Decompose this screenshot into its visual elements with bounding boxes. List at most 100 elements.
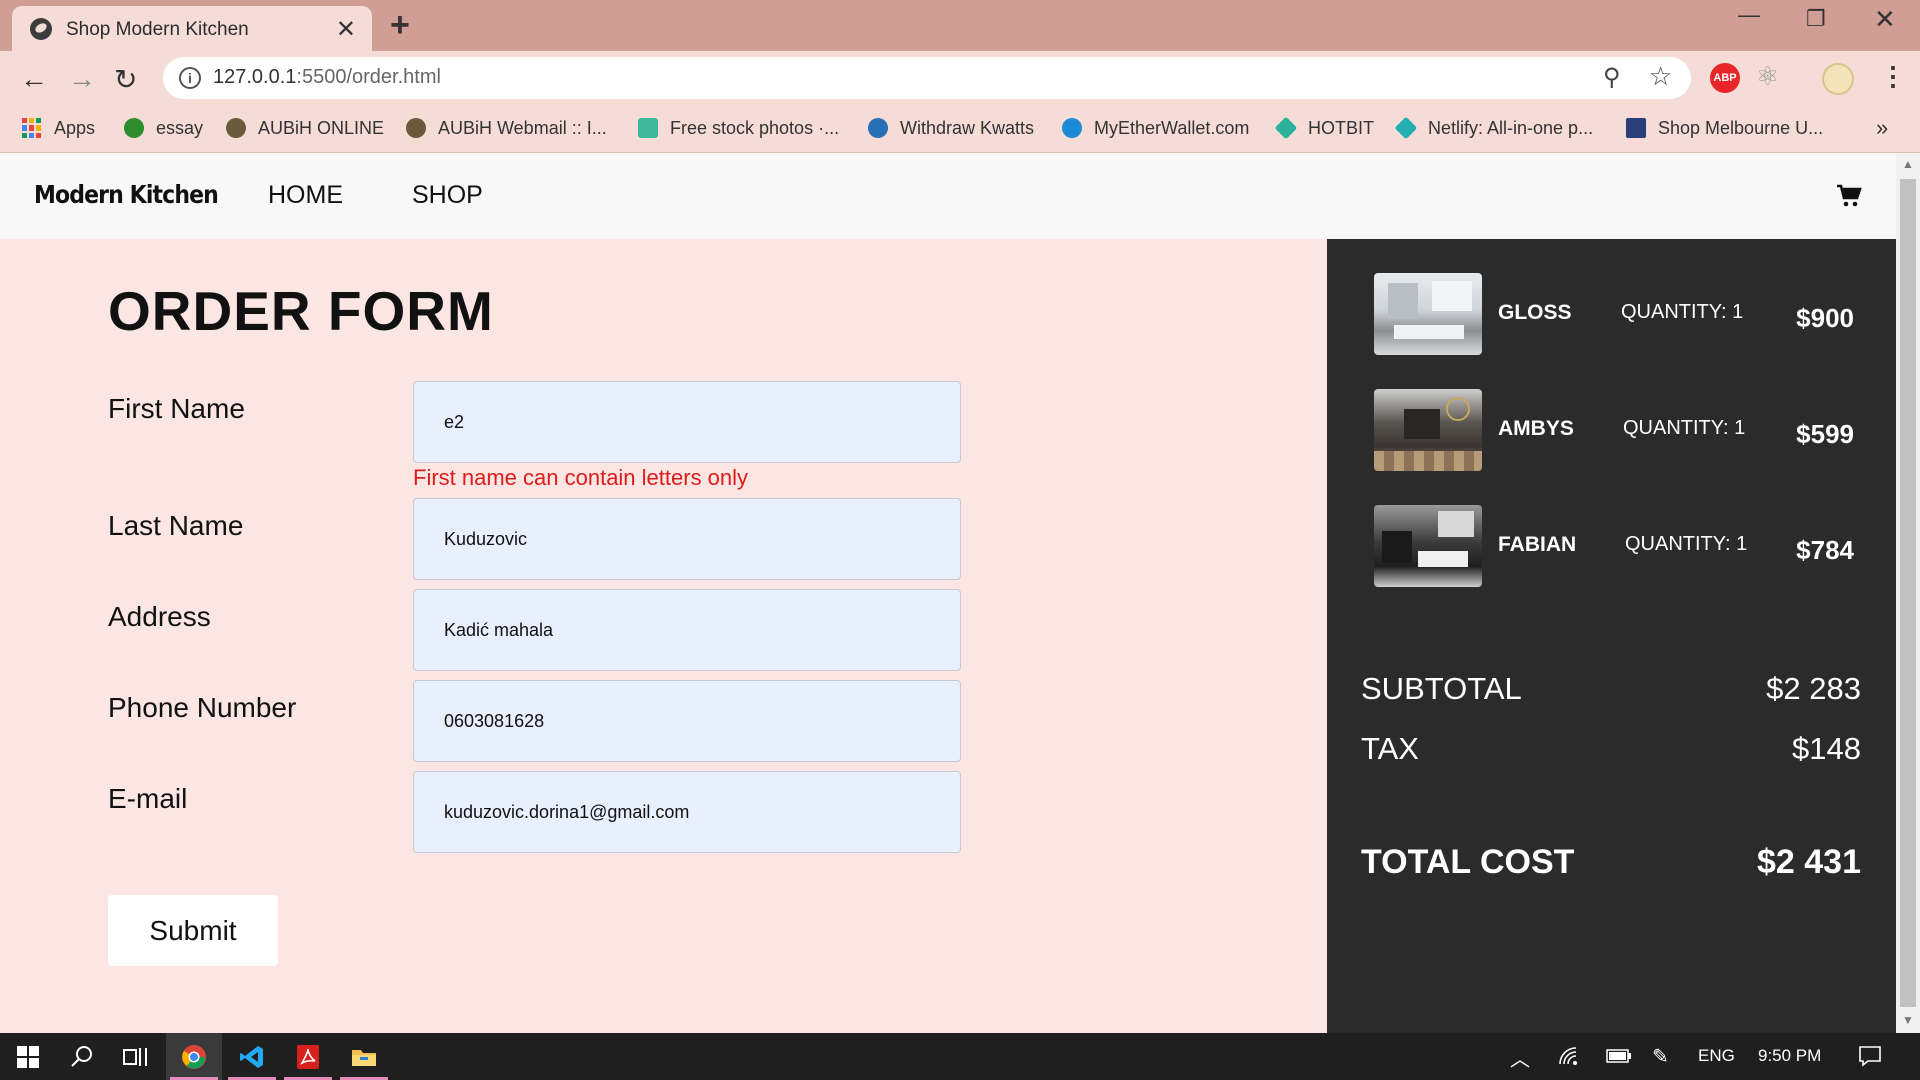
bookmark-aubih-online[interactable]: AUBiH ONLINE — [226, 115, 384, 141]
restore-window-icon[interactable]: ❐ — [1806, 6, 1826, 32]
bookmark-shop-melbourne[interactable]: Shop Melbourne U... — [1626, 115, 1823, 141]
scroll-down-arrow-icon[interactable]: ▼ — [1902, 1013, 1914, 1027]
address-label: Address — [108, 601, 211, 632]
melbourne-favicon — [1626, 118, 1646, 138]
aubih-favicon — [226, 118, 246, 138]
tax-label: TAX — [1361, 731, 1419, 766]
search-icon[interactable] — [54, 1033, 110, 1080]
bookmark-label: HOTBIT — [1308, 117, 1374, 138]
scrollbar-thumb[interactable] — [1900, 179, 1916, 1007]
forward-arrow-icon[interactable]: → — [68, 63, 96, 95]
nav-home-link[interactable]: HOME — [268, 181, 343, 210]
tab-title: Shop Modern Kitchen — [66, 19, 249, 40]
profile-avatar[interactable] — [1822, 63, 1854, 95]
item-price: $784 — [1796, 535, 1854, 565]
minimize-icon[interactable]: — — [1738, 2, 1760, 28]
browser-tab[interactable]: Shop Modern Kitchen ✕ — [12, 6, 372, 51]
item-name: AMBYS — [1498, 417, 1574, 440]
site-header: Modern Kitchen HOME SHOP — [0, 153, 1896, 239]
bookmark-essay[interactable]: essay — [124, 115, 203, 141]
chrome-taskbar-icon[interactable] — [166, 1033, 222, 1080]
shopping-cart-icon[interactable] — [1836, 183, 1862, 209]
bookmark-withdraw-kwatts[interactable]: Withdraw Kwatts — [868, 115, 1034, 141]
first-name-label: First Name — [108, 393, 245, 424]
adblock-plus-icon[interactable]: ABP — [1710, 63, 1740, 93]
zoom-icon[interactable]: ⚲ — [1603, 63, 1621, 92]
myetherwallet-favicon — [1062, 118, 1082, 138]
cart-summary: GLOSS QUANTITY: 1 $900 AMBYS QUANTITY: 1… — [1327, 239, 1896, 1033]
bookmark-aubih-webmail[interactable]: AUBiH Webmail :: I... — [406, 115, 607, 141]
tray-chevron-up-icon[interactable]: ︿ — [1510, 1043, 1530, 1072]
bookmark-label: Apps — [54, 117, 96, 138]
pen-icon[interactable]: ✎ — [1652, 1044, 1669, 1069]
bookmark-label: AUBiH ONLINE — [258, 117, 385, 138]
bookmark-netlify[interactable]: Netlify: All-in-one p... — [1394, 115, 1594, 141]
bookmark-label: Netlify: All-in-one p... — [1428, 117, 1594, 138]
address-bar[interactable]: i 127.0.0.1:5500/order.html ⚲ ☆ — [163, 57, 1691, 99]
close-window-icon[interactable]: ✕ — [1874, 4, 1896, 35]
wifi-icon[interactable] — [1558, 1046, 1580, 1071]
first-name-field[interactable] — [413, 381, 961, 463]
back-arrow-icon[interactable]: ← — [20, 63, 48, 95]
cart-item: AMBYS QUANTITY: 1 $599 — [1374, 389, 1854, 471]
last-name-label: Last Name — [108, 510, 244, 541]
apps-grid-icon — [22, 118, 42, 138]
windows-start-icon[interactable] — [0, 1033, 56, 1080]
kwatts-favicon — [868, 118, 888, 138]
vscode-taskbar-icon[interactable] — [224, 1033, 280, 1080]
language-indicator[interactable]: ENG — [1698, 1046, 1735, 1066]
cart-item: GLOSS QUANTITY: 1 $900 — [1374, 273, 1854, 355]
bookmark-hotbit[interactable]: HOTBIT — [1274, 115, 1374, 141]
task-view-icon[interactable] — [108, 1033, 164, 1080]
email-label: E-mail — [108, 783, 188, 814]
bookmark-star-icon[interactable]: ☆ — [1649, 61, 1672, 92]
file-explorer-taskbar-icon[interactable] — [336, 1033, 392, 1080]
phone-label: Phone Number — [108, 692, 297, 723]
page-scrollbar[interactable]: ▲ ▼ — [1896, 153, 1920, 1033]
browser-toolbar: ← → ↻ i 127.0.0.1:5500/order.html ⚲ ☆ AB… — [0, 51, 1920, 105]
notifications-icon[interactable] — [1858, 1044, 1882, 1073]
battery-icon[interactable] — [1606, 1048, 1632, 1069]
bookmark-label: Shop Melbourne U... — [1658, 117, 1824, 138]
bookmark-apps[interactable]: Apps — [22, 115, 95, 141]
phone-field[interactable] — [413, 680, 961, 762]
nav-shop-link[interactable]: SHOP — [412, 181, 483, 210]
item-price: $900 — [1796, 303, 1854, 333]
clock[interactable]: 9:50 PM — [1758, 1046, 1821, 1066]
tax-row: TAX $148 — [1361, 731, 1861, 767]
total-row: TOTAL COST $2 431 — [1361, 843, 1861, 882]
pexels-favicon — [638, 118, 658, 138]
url-path: :5500/order.html — [296, 66, 441, 88]
aubih-webmail-favicon — [406, 118, 426, 138]
site-info-icon[interactable]: i — [179, 67, 201, 89]
item-quantity: QUANTITY: 1 — [1625, 533, 1748, 555]
bookmark-label: Withdraw Kwatts — [900, 117, 1035, 138]
reload-icon[interactable]: ↻ — [114, 63, 137, 96]
acrobat-taskbar-icon[interactable] — [280, 1033, 336, 1080]
netlify-favicon — [1394, 116, 1418, 140]
submit-button[interactable]: Submit — [108, 895, 278, 966]
more-bookmarks-icon[interactable]: » — [1876, 115, 1888, 141]
page-title: ORDER FORM — [108, 280, 494, 342]
cart-item: FABIAN QUANTITY: 1 $784 — [1374, 505, 1854, 587]
address-field[interactable] — [413, 589, 961, 671]
subtotal-value: $2 283 — [1766, 671, 1861, 706]
react-devtools-icon[interactable]: ⚛ — [1756, 61, 1779, 92]
bookmark-myetherwallet[interactable]: MyEtherWallet.com — [1062, 115, 1249, 141]
last-name-field[interactable] — [413, 498, 961, 580]
bookmark-label: MyEtherWallet.com — [1094, 117, 1250, 138]
email-field[interactable] — [413, 771, 961, 853]
scroll-up-arrow-icon[interactable]: ▲ — [1902, 157, 1914, 171]
new-tab-icon[interactable]: + — [390, 6, 410, 45]
url-host: 127.0.0.1 — [213, 66, 297, 88]
bookmark-label: essay — [156, 117, 204, 138]
subtotal-row: SUBTOTAL $2 283 — [1361, 671, 1861, 707]
essay-favicon — [124, 118, 144, 138]
item-price: $599 — [1796, 419, 1854, 449]
first-name-error: First name can contain letters only — [413, 465, 749, 490]
close-tab-icon[interactable]: ✕ — [336, 15, 356, 44]
bookmark-free-stock-photos[interactable]: Free stock photos ·... — [638, 115, 839, 141]
browser-menu-icon[interactable]: ⋮ — [1880, 61, 1906, 92]
brand-logo[interactable]: Modern Kitchen — [34, 180, 219, 209]
total-value: $2 431 — [1757, 843, 1861, 881]
